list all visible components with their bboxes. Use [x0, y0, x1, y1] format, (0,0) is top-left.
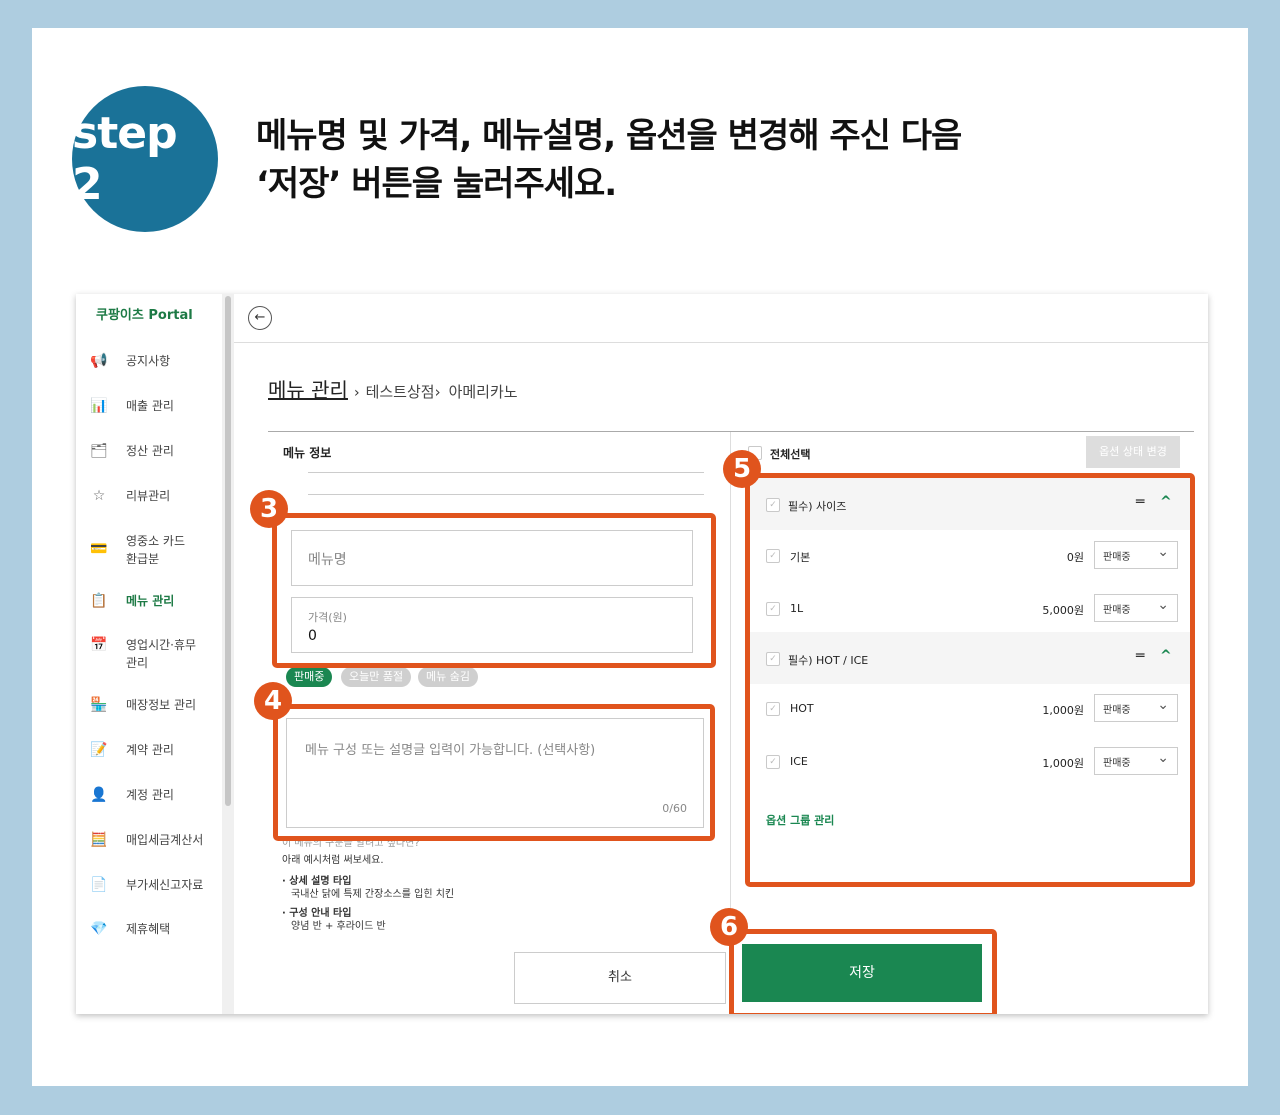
- sidebar-item-partner-benefits[interactable]: 💎 제휴혜택: [90, 920, 170, 938]
- help-sub: 아래 예시처럼 써보세요.: [282, 855, 384, 866]
- store-icon: 🏪: [90, 697, 108, 713]
- user-icon: 👤: [90, 787, 108, 803]
- wallet-icon: 🗂: [90, 443, 108, 459]
- breadcrumb: 메뉴 관리 › 테스트상점› 아메리카노: [268, 374, 518, 403]
- document-icon: 📄: [90, 877, 108, 893]
- sidebar-item-menu[interactable]: 📋 메뉴 관리: [90, 592, 174, 610]
- status-soldout-button[interactable]: 오늘만 품절: [341, 667, 412, 687]
- diamond-icon: 💎: [90, 921, 108, 937]
- sidebar-scroll-thumb[interactable]: [225, 296, 231, 806]
- sidebar-item-tax-invoice[interactable]: 🧮 매입세금계산서: [90, 831, 203, 849]
- breadcrumb-item: 아메리카노: [448, 383, 518, 401]
- breadcrumb-menu-manage[interactable]: 메뉴 관리: [268, 374, 348, 403]
- brand-logo[interactable]: 쿠팡이츠 Portal: [96, 304, 193, 323]
- calculator-icon: 🧮: [90, 832, 108, 848]
- instruction-headline: 메뉴명 및 가격, 메뉴설명, 옵션을 변경해 주신 다음 ‘저장’ 버튼을 눌…: [256, 112, 962, 208]
- divider: [308, 494, 704, 495]
- sidebar-item-hours[interactable]: 📅 영업시간·휴무 관리: [90, 636, 196, 672]
- sidebar-item-store-info[interactable]: 🏪 매장정보 관리: [90, 696, 196, 714]
- step-marker-5: 5: [723, 450, 761, 488]
- highlight-box-6: [729, 929, 997, 1014]
- clipboard-icon: 📋: [90, 593, 108, 609]
- bar-chart-icon: 📊: [90, 398, 108, 414]
- contract-icon: 📝: [90, 742, 108, 758]
- step-marker-4: 4: [254, 682, 292, 720]
- sidebar-item-card-refund[interactable]: 💳 영중소 카드 환급분: [90, 532, 185, 568]
- sidebar-item-vat[interactable]: 📄 부가세신고자료: [90, 876, 203, 894]
- calendar-icon: 📅: [90, 637, 108, 653]
- card-icon: 💳: [90, 541, 108, 557]
- sidebar-item-account[interactable]: 👤 계정 관리: [90, 786, 174, 804]
- header-divider: [268, 431, 1194, 432]
- status-hidden-button[interactable]: 메뉴 숨김: [418, 667, 478, 687]
- sidebar-item-settlement[interactable]: 🗂 정산 관리: [90, 442, 174, 460]
- sidebar-item-contract[interactable]: 📝 계약 관리: [90, 741, 174, 759]
- highlight-box-5: [745, 473, 1195, 887]
- sidebar-item-notice[interactable]: 📢 공지사항: [90, 352, 170, 370]
- highlight-box-3: [272, 513, 716, 668]
- sidebar-item-sales[interactable]: 📊 매출 관리: [90, 397, 174, 415]
- help-example2-body: 양념 반 + 후라이드 반: [291, 921, 386, 932]
- breadcrumb-store: 테스트상점›: [365, 383, 441, 401]
- step-badge-label: step 2: [72, 108, 178, 210]
- select-all-label: 전체선택: [770, 448, 811, 461]
- headline-line1: 메뉴명 및 가격, 메뉴설명, 옵션을 변경해 주신 다음: [256, 116, 962, 156]
- back-arrow-icon[interactable]: ←: [248, 306, 272, 330]
- divider: [308, 472, 704, 473]
- sidebar: 쿠팡이츠 Portal 📢 공지사항 📊 매출 관리 🗂 정산 관리 ☆ 리뷰관리 💳 영…: [76, 294, 222, 1014]
- top-bar: ←: [234, 294, 1208, 343]
- portal-screenshot: 쿠팡이츠 Portal 📢 공지사항 📊 매출 관리 🗂 정산 관리 ☆ 리뷰관리 💳 영…: [76, 294, 1208, 1014]
- star-search-icon: ☆: [92, 488, 106, 504]
- help-example1-body: 국내산 닭에 특제 간장소스를 입힌 치킨: [291, 889, 455, 900]
- highlight-box-4: [273, 704, 715, 841]
- step-marker-3: 3: [250, 490, 288, 528]
- breadcrumb-separator: ›: [353, 385, 360, 401]
- menu-info-title: 메뉴 정보: [283, 446, 332, 460]
- sidebar-item-reviews[interactable]: ☆ 리뷰관리: [90, 487, 170, 505]
- step-badge: step 2: [72, 86, 218, 232]
- step-marker-6: 6: [710, 908, 748, 946]
- cancel-button[interactable]: 취소: [514, 952, 726, 1004]
- headline-line2: ‘저장’ 버튼을 눌러주세요.: [256, 164, 617, 204]
- megaphone-icon: 📢: [90, 353, 108, 369]
- status-selling-button[interactable]: 판매중: [286, 667, 333, 687]
- option-state-change-button[interactable]: 옵션 상태 변경: [1086, 436, 1180, 468]
